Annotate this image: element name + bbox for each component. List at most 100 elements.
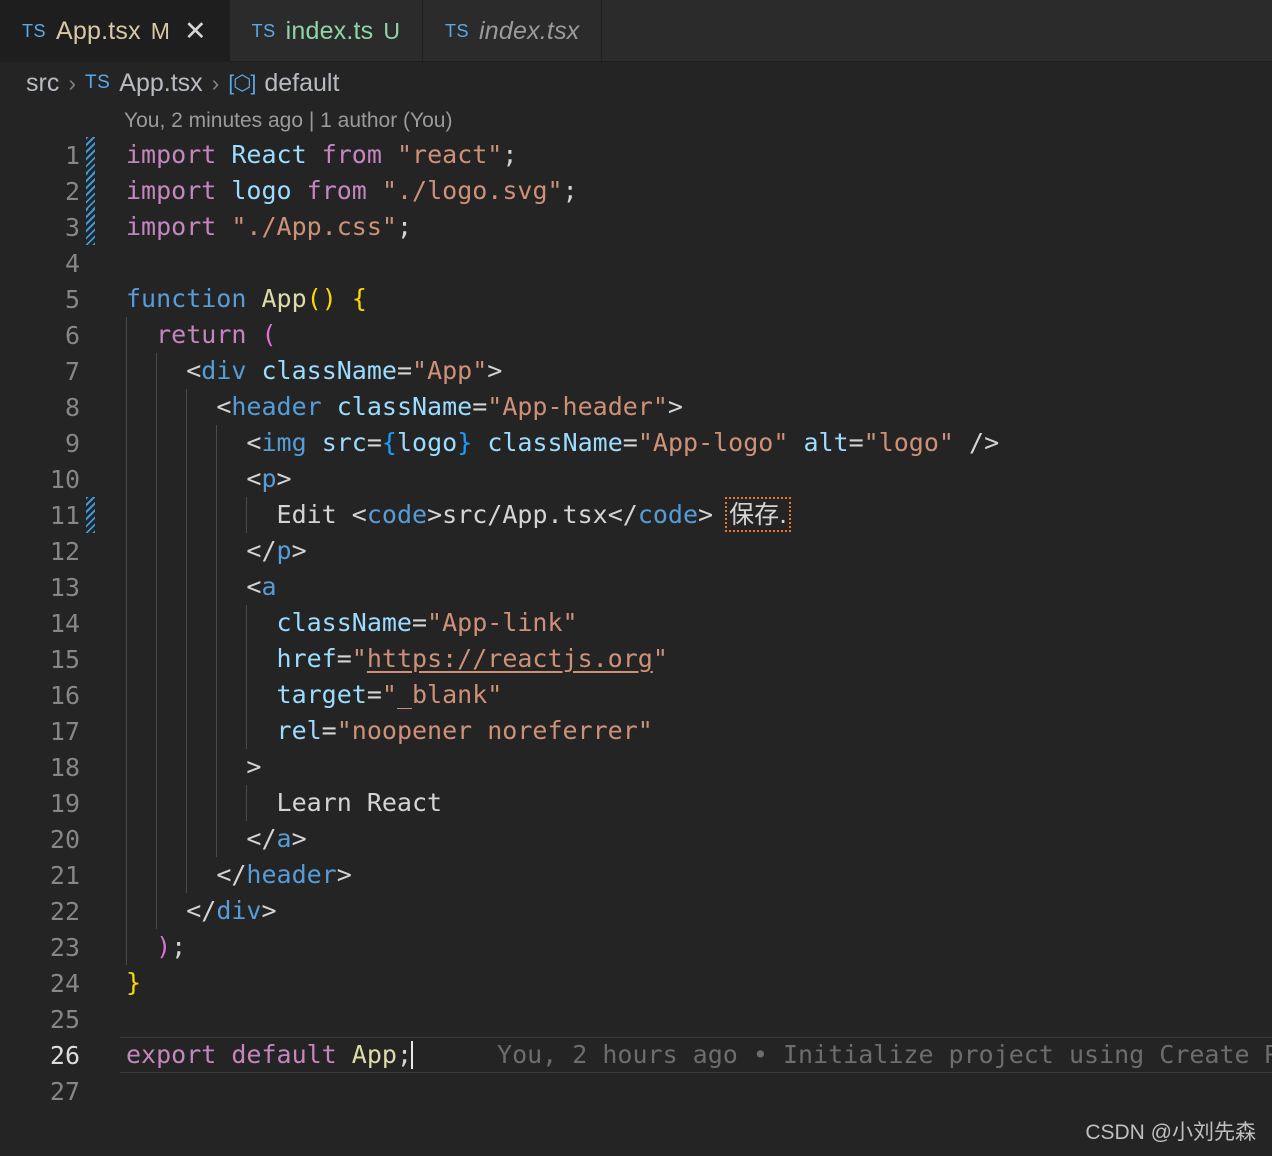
- line-content: import "./App.css";: [126, 212, 413, 241]
- line-content: import logo from "./logo.svg";: [126, 176, 578, 205]
- diff-marker-none: [86, 569, 95, 605]
- diff-marker-none: [86, 929, 95, 965]
- diff-marker-none: [86, 713, 95, 749]
- line-number: 12: [49, 536, 80, 566]
- editor-line[interactable]: 25: [0, 1001, 1272, 1037]
- line-content: );: [95, 929, 1272, 965]
- line-content: </header>: [95, 857, 1272, 893]
- tab-label: index.ts: [285, 16, 374, 45]
- tab-label: index.tsx: [479, 16, 580, 45]
- chevron-right-icon: ›: [68, 69, 76, 96]
- tab-app-tsx[interactable]: TS App.tsx M ✕: [0, 0, 230, 62]
- editor-line[interactable]: 18 >: [0, 749, 1272, 785]
- diff-marker-none: [86, 677, 95, 713]
- line-content: rel="noopener noreferrer": [95, 713, 1272, 749]
- breadcrumb-item-src[interactable]: src: [26, 69, 59, 98]
- editor-line[interactable]: 10 <p>: [0, 461, 1272, 497]
- line-number: 20: [49, 824, 80, 854]
- tab-git-status-badge: M: [150, 17, 170, 44]
- breadcrumb: src › TS App.tsx › [⬡] default: [0, 62, 1272, 104]
- codelens-git-blame[interactable]: You, 2 minutes ago | 1 author (You): [0, 104, 1272, 137]
- editor-line[interactable]: 23 );: [0, 929, 1272, 965]
- diff-marker-none: [86, 425, 95, 461]
- editor-line[interactable]: 27: [0, 1073, 1272, 1109]
- line-content: [95, 1001, 1272, 1037]
- editor-line[interactable]: 4: [0, 245, 1272, 281]
- line-number: 15: [49, 644, 80, 674]
- diff-marker-none: [86, 965, 95, 1001]
- line-number: 7: [64, 356, 80, 386]
- line-number: 19: [49, 788, 80, 818]
- line-number: 3: [64, 212, 80, 242]
- editor-line[interactable]: 20 </a>: [0, 821, 1272, 857]
- line-content: <header className="App-header">: [95, 389, 1272, 425]
- editor-line[interactable]: 6 return (: [0, 317, 1272, 353]
- line-number: 4: [64, 248, 80, 278]
- diff-marker-none: [86, 821, 95, 857]
- line-number: 18: [49, 752, 80, 782]
- tab-label: App.tsx: [56, 16, 141, 45]
- line-content: </p>: [95, 533, 1272, 569]
- line-content: className="App-link": [95, 605, 1272, 641]
- editor-line[interactable]: 2 import logo from "./logo.svg";: [0, 173, 1272, 209]
- editor-line[interactable]: 3 import "./App.css";: [0, 209, 1272, 245]
- diff-marker-none: [86, 749, 95, 785]
- editor-line[interactable]: 5 function App() {: [0, 281, 1272, 317]
- editor-line[interactable]: 12 </p>: [0, 533, 1272, 569]
- line-number: 6: [64, 320, 80, 350]
- code-editor[interactable]: 1 import React from "react"; 2 import lo…: [0, 137, 1272, 1109]
- editor-line[interactable]: 13 <a: [0, 569, 1272, 605]
- editor-line[interactable]: 7 <div className="App">: [0, 353, 1272, 389]
- diff-marker-none: [86, 857, 95, 893]
- line-content: <a: [95, 569, 1272, 605]
- editor-line[interactable]: 22 </div>: [0, 893, 1272, 929]
- ts-file-icon: TS: [22, 20, 47, 41]
- diff-added-marker: [86, 173, 95, 209]
- diff-marker-none: [86, 785, 95, 821]
- editor-line[interactable]: 1 import React from "react";: [0, 137, 1272, 173]
- editor-line[interactable]: 11 Edit <code>src/App.tsx</code> 保存.: [0, 497, 1272, 533]
- tab-index-tsx[interactable]: TS index.tsx: [423, 0, 603, 62]
- diff-marker-none: [86, 1037, 95, 1073]
- line-content: }: [126, 968, 142, 997]
- editor-line[interactable]: 24 }: [0, 965, 1272, 1001]
- line-content: import React from "react";: [126, 140, 518, 169]
- line-number: 1: [64, 140, 80, 170]
- line-number: 14: [49, 608, 80, 638]
- diff-marker-none: [86, 317, 95, 353]
- editor-line[interactable]: 21 </header>: [0, 857, 1272, 893]
- close-icon[interactable]: ✕: [184, 17, 207, 45]
- ts-file-icon: TS: [85, 72, 111, 93]
- line-content: <div className="App">: [95, 353, 1272, 389]
- editor-line[interactable]: 15 href="https://reactjs.org": [0, 641, 1272, 677]
- tab-index-ts[interactable]: TS index.ts U: [230, 0, 423, 62]
- line-number: 25: [49, 1004, 80, 1034]
- line-content: Learn React: [95, 785, 1272, 821]
- line-content: <img src={logo} className="App-logo" alt…: [95, 425, 1272, 461]
- line-number: 22: [49, 896, 80, 926]
- diff-marker-none: [86, 533, 95, 569]
- editor-line-active[interactable]: 26 export default App; You, 2 hours ago •…: [0, 1037, 1272, 1073]
- line-number: 13: [49, 572, 80, 602]
- editor-line[interactable]: 14 className="App-link": [0, 605, 1272, 641]
- line-content: Edit <code>src/App.tsx</code> 保存.: [95, 497, 1272, 533]
- diff-marker-none: [86, 245, 95, 281]
- line-number: 10: [49, 464, 80, 494]
- diff-marker-none: [86, 353, 95, 389]
- editor-line[interactable]: 17 rel="noopener noreferrer": [0, 713, 1272, 749]
- url-link[interactable]: https://reactjs.org: [367, 644, 653, 673]
- inline-git-blame[interactable]: You, 2 hours ago • Initialize project us…: [413, 1040, 1272, 1069]
- chevron-right-icon: ›: [211, 69, 220, 96]
- editor-line[interactable]: 8 <header className="App-header">: [0, 389, 1272, 425]
- editor-line[interactable]: 19 Learn React: [0, 785, 1272, 821]
- line-number: 5: [64, 284, 80, 314]
- symbol-variable-icon: [⬡]: [228, 71, 256, 95]
- editor-line[interactable]: 16 target="_blank": [0, 677, 1272, 713]
- diff-marker-none: [86, 605, 95, 641]
- breadcrumb-item-app-tsx[interactable]: App.tsx: [119, 69, 202, 98]
- editor-tab-bar: TS App.tsx M ✕ TS index.ts U TS index.ts…: [0, 0, 1272, 62]
- editor-line[interactable]: 9 <img src={logo} className="App-logo" a…: [0, 425, 1272, 461]
- line-content: target="_blank": [95, 677, 1272, 713]
- line-content: <p>: [95, 461, 1272, 497]
- breadcrumb-item-default[interactable]: default: [264, 69, 339, 98]
